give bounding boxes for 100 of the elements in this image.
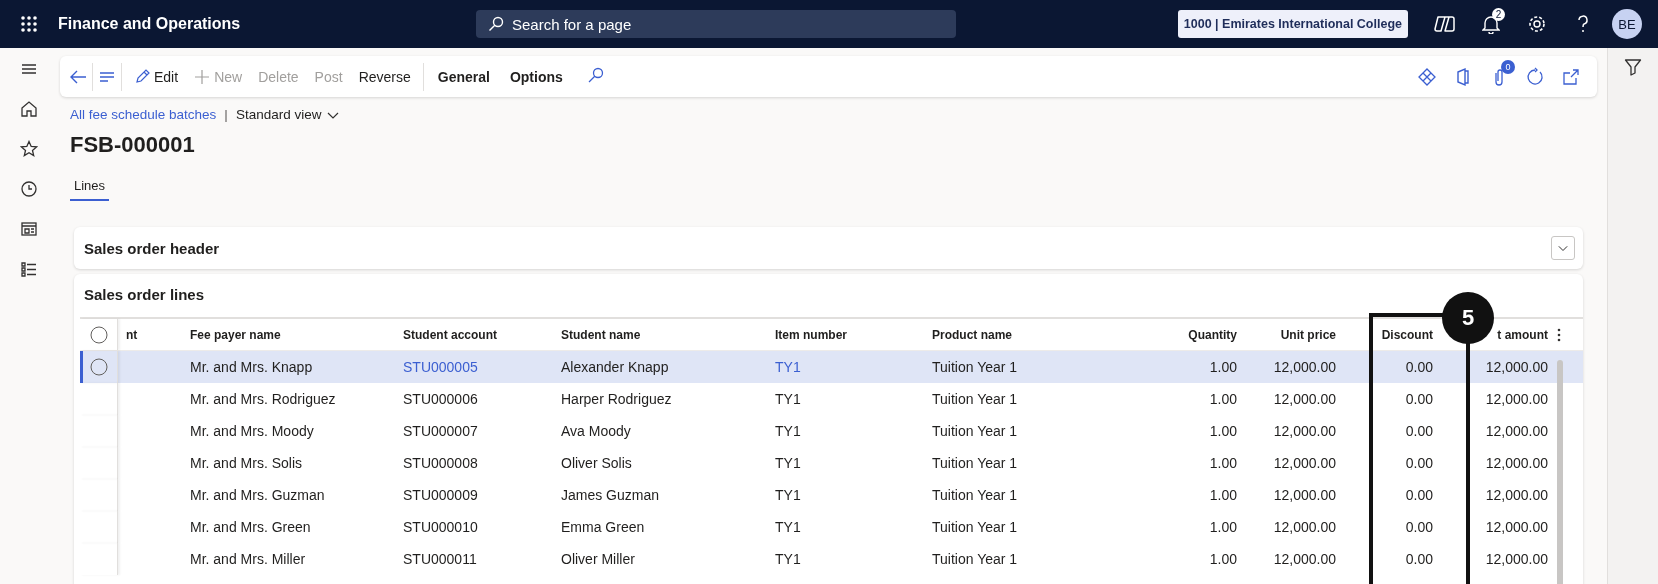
search-icon [488,16,504,32]
table-cell: 12,000.00 [1485,519,1548,535]
table-row[interactable]: Mr. and Mrs. Green STU000010 Emma Green TY1 Tuition Year 1 1.00 12,000.00 0.00 12,000.00 [80,511,1583,543]
expand-button[interactable] [1551,236,1575,260]
table-cell: Tuition Year 1 [932,391,1018,407]
table-cell: 0.00 [1405,487,1433,503]
filter-icon[interactable] [1624,58,1642,76]
table-cell: Harper Rodriguez [561,391,672,407]
table-cell: Ava Moody [561,423,631,439]
table-row[interactable]: Mr. and Mrs. Guzman STU000009 James Guzman TY1 Tuition Year 1 1.00 12,000.00 0.00 12,000.00 [80,479,1583,511]
table-cell: 12,000.00 [1273,519,1336,535]
help-icon[interactable] [1576,14,1590,34]
breadcrumb-separator: | [224,107,228,122]
table-cell: TY1 [775,519,801,535]
table-cell: Mr. and Mrs. Solis [190,455,303,471]
menu-tab[interactable]: Options [499,60,573,93]
column-header[interactable]: t amount [1497,327,1548,342]
more-icon[interactable] [1556,326,1562,343]
page-tab[interactable]: Lines [70,174,110,201]
table-cell: STU000009 [403,487,478,503]
column-header[interactable]: nt [126,327,138,342]
column-header[interactable]: Product name [932,327,1012,342]
table-cell: TY1 [775,391,801,407]
table-cell: 12,000.00 [1273,455,1336,471]
select-all-checkbox[interactable] [89,325,108,344]
table-cell: 12,000.00 [1485,487,1548,503]
table-cell: 12,000.00 [1273,487,1336,503]
table-cell: 0.00 [1405,551,1433,567]
app-launcher-icon[interactable] [21,16,37,32]
home-icon[interactable] [20,100,38,118]
table-cell: Tuition Year 1 [932,359,1018,375]
table-cell: 1.00 [1209,455,1237,471]
table-cell: 1.00 [1209,359,1237,375]
callout-number: 5 [1442,292,1494,344]
table-row[interactable]: Mr. and Mrs. Solis STU000008 Oliver Solis TY1 Tuition Year 1 1.00 12,000.00 0.00 12,000.00 [80,447,1583,479]
table-row[interactable]: Mr. and Mrs. Moody STU000007 Ava Moody TY1 Tuition Year 1 1.00 12,000.00 0.00 12,000.00 [80,415,1583,447]
table-row[interactable]: Mr. and Mrs. Rodriguez STU000006 Harper Rodriguez TY1 Tuition Year 1 1.00 12,000.00 0.00 12,000.00 [80,383,1583,415]
table-cell: 0.00 [1405,455,1433,471]
table-cell: TY1 [775,551,801,567]
column-header[interactable]: Student name [561,327,641,342]
table-cell: Oliver Solis [561,455,632,471]
table-cell: STU000007 [403,423,478,439]
refresh-icon[interactable] [1525,66,1545,87]
search-icon[interactable] [586,65,605,84]
table-cell: 1.00 [1209,551,1237,567]
column-header[interactable]: Fee payer name [190,327,281,342]
table-cell: STU000010 [403,519,478,535]
company-picker[interactable]: 1000 | Emirates International College [1177,10,1408,38]
table-cell: STU000011 [403,551,477,567]
scrollbar[interactable] [1557,360,1563,584]
table-cell: Emma Green [561,519,645,535]
table-cell: 12,000.00 [1273,359,1336,375]
table-row[interactable]: Mr. and Mrs. Miller STU000011 Oliver Miller TY1 Tuition Year 1 1.00 12,000.00 0.00 12,000.00 [80,543,1583,575]
table-cell: 0.00 [1405,519,1433,535]
table-cell: 12,000.00 [1273,391,1336,407]
table-cell: STU000006 [403,391,478,407]
view-selector[interactable]: Standard view [235,107,340,122]
toolbar-button[interactable]: Reverse [350,60,419,93]
table-cell: Mr. and Mrs. Rodriguez [190,391,336,407]
row-checkbox[interactable] [89,358,108,376]
table-cell: Mr. and Mrs. Green [190,519,311,535]
table-cell: 1.00 [1209,423,1237,439]
table-cell: TY1 [775,487,801,503]
table-cell: James Guzman [561,487,660,503]
user-avatar[interactable]: BE [1612,9,1642,39]
table-row[interactable]: Mr. and Mrs. Knapp STU000005 Alexander Knapp TY1 Tuition Year 1 1.00 12,000.00 0.00 12,000.00 [80,351,1583,383]
table-link[interactable]: TY1 [775,359,801,375]
toolbar-button[interactable]: Edit [126,60,187,93]
star-icon[interactable] [20,140,38,158]
table-cell: Mr. and Mrs. Miller [190,551,306,567]
table-cell: 12,000.00 [1485,423,1548,439]
column-header[interactable]: Student account [403,327,497,342]
table-cell: 0.00 [1405,391,1433,407]
table-cell: STU000008 [403,455,478,471]
table-cell: Oliver Miller [561,551,635,567]
open-in-new-icon[interactable] [1561,66,1581,87]
table-cell: Tuition Year 1 [932,423,1018,439]
search-field[interactable]: Search for a page [476,10,956,38]
table-cell: 12,000.00 [1485,551,1548,567]
column-header[interactable]: Quantity [1188,327,1237,342]
column-header[interactable]: Discount [1381,327,1433,342]
attachment-count-badge: 0 [1501,59,1515,74]
clock-icon[interactable] [20,180,38,198]
list-icon[interactable] [20,260,38,278]
settings-icon[interactable] [1527,14,1547,34]
table-cell: Tuition Year 1 [932,455,1018,471]
column-header[interactable]: Item number [775,327,847,342]
table-cell: Mr. and Mrs. Moody [190,423,314,439]
table-cell: 12,000.00 [1485,391,1548,407]
table-link[interactable]: STU000005 [403,359,478,375]
table-cell: Alexander Knapp [561,359,669,375]
menu-tab[interactable]: General [427,60,500,93]
table-cell: Mr. and Mrs. Knapp [190,359,313,375]
breadcrumb-link[interactable]: All fee schedule batches [70,107,217,122]
diamond-icon[interactable] [1417,66,1437,87]
column-header[interactable]: Unit price [1280,327,1336,342]
page-title: FSB-000001 [70,131,196,159]
table-cell: 12,000.00 [1273,551,1336,567]
table-cell: 1.00 [1209,487,1237,503]
workspace-icon[interactable] [20,220,38,238]
